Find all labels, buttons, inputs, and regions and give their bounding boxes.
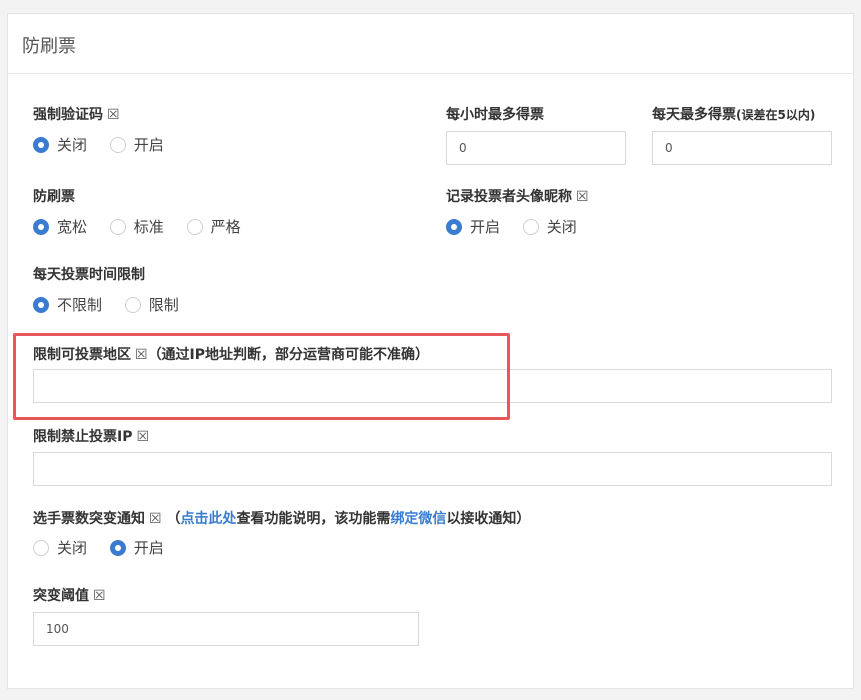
record-avatar-option-on[interactable]: 开启 [446, 216, 500, 237]
antiflood-label: 防刷票 [33, 189, 75, 205]
banned-ip-label: 限制禁止投票IP ☒ [33, 429, 150, 445]
feature-help-link[interactable]: 点击此处 [180, 511, 236, 527]
antiflood-option-strict[interactable]: 严格 [186, 216, 241, 237]
captcha-option-off[interactable]: 关闭 [33, 134, 87, 155]
antiflood-option-loose[interactable]: 宽松 [33, 216, 87, 237]
panel-title: 防刷票 [22, 36, 76, 57]
daily-max-note: (误差在5以内) [736, 108, 816, 122]
daily-time-option-unlimited[interactable]: 不限制 [33, 294, 102, 315]
help-icon[interactable]: ☒ [107, 107, 120, 123]
radio-checked-icon [109, 539, 126, 556]
captcha-radio-group: 关闭 开启 [33, 134, 182, 157]
radio-unchecked-icon [109, 218, 126, 235]
radio-unchecked-icon [186, 218, 203, 235]
radio-unchecked-icon [124, 296, 141, 313]
hourly-max-input[interactable]: 0 [446, 131, 626, 165]
radio-checked-icon [446, 218, 462, 235]
banned-ip-input[interactable] [33, 452, 832, 486]
radio-checked-icon [33, 136, 49, 153]
captcha-option-on[interactable]: 开启 [109, 134, 164, 155]
help-icon[interactable]: ☒ [149, 511, 162, 527]
antiflood-option-standard[interactable]: 标准 [109, 216, 164, 237]
help-icon[interactable]: ☒ [136, 429, 149, 445]
threshold-input[interactable]: 100 [33, 612, 419, 646]
notify-option-on[interactable]: 开启 [109, 537, 164, 558]
radio-unchecked-icon [109, 136, 126, 153]
notify-label: 选手票数突变通知 ☒ （点击此处查看功能说明，该功能需绑定微信以接收通知） [33, 511, 531, 527]
daily-max-label: 每天最多得票(误差在5以内) [652, 107, 816, 123]
daily-time-option-limited[interactable]: 限制 [124, 294, 179, 315]
radio-unchecked-icon [33, 539, 49, 556]
help-icon[interactable]: ☒ [93, 588, 106, 604]
hourly-max-label: 每小时最多得票 [446, 107, 544, 123]
panel-divider [8, 73, 853, 74]
bind-wechat-link[interactable]: 绑定微信 [390, 511, 446, 527]
threshold-label: 突变阈值 ☒ [33, 588, 106, 604]
daily-time-label: 每天投票时间限制 [33, 267, 145, 283]
daily-max-input[interactable]: 0 [652, 131, 832, 165]
record-avatar-radio-group: 开启 关闭 [446, 216, 595, 239]
antiflood-radio-group: 宽松 标准 严格 [33, 216, 259, 239]
highlight-box [13, 333, 510, 420]
captcha-label: 强制验证码 ☒ [33, 107, 120, 123]
daily-time-radio-group: 不限制 限制 [33, 294, 197, 317]
record-avatar-option-off[interactable]: 关闭 [522, 216, 577, 237]
record-avatar-label: 记录投票者头像昵称 ☒ [446, 189, 589, 205]
notify-radio-group: 关闭 开启 [33, 537, 182, 560]
radio-checked-icon [33, 218, 49, 235]
radio-checked-icon [33, 296, 49, 313]
notify-option-off[interactable]: 关闭 [33, 537, 87, 558]
radio-unchecked-icon [522, 218, 539, 235]
help-icon[interactable]: ☒ [576, 189, 589, 205]
